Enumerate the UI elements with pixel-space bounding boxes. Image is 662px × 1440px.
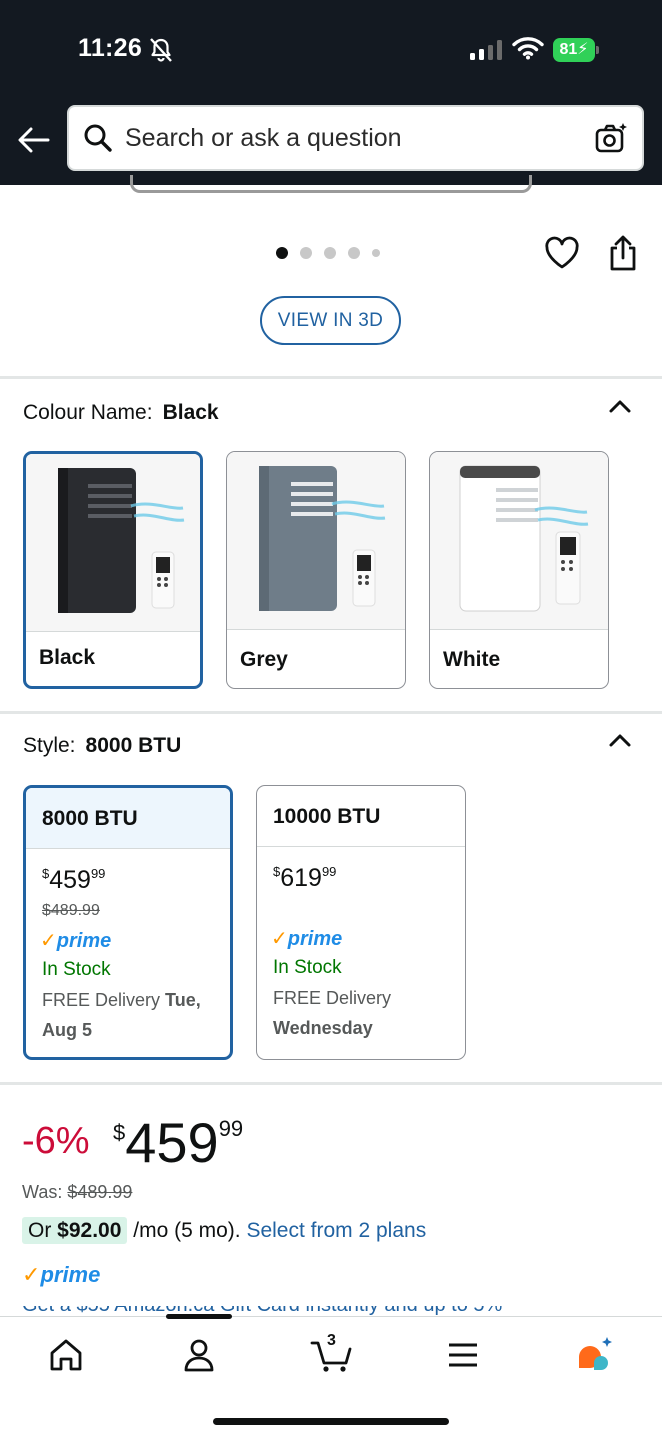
header: 11:26 81⚡ (0, 0, 662, 185)
search-icon (84, 124, 112, 152)
account-icon[interactable] (179, 1335, 219, 1375)
status-time: 11:26 (78, 34, 143, 62)
chevron-up-icon[interactable] (606, 396, 634, 416)
style-option-10000-btu[interactable]: 10000 BTU $61999 ✓prime In Stock FREE De… (256, 785, 466, 1060)
colour-option-label: Grey (240, 648, 288, 671)
chevron-up-icon[interactable] (606, 730, 634, 750)
menu-icon[interactable] (443, 1335, 483, 1375)
divider (0, 376, 662, 379)
carousel-dot[interactable] (300, 247, 312, 259)
style-option-label: 10000 BTU (257, 786, 465, 847)
home-indicator (213, 1418, 449, 1425)
prime-badge: ✓prime (40, 930, 112, 952)
carousel-dot[interactable] (372, 249, 380, 257)
colour-selected-value: Black (162, 401, 219, 424)
divider (0, 711, 662, 714)
prime-badge: ✓prime (271, 928, 343, 950)
colour-option-label: Black (39, 646, 96, 669)
view-in-3d-button[interactable]: VIEW IN 3D (260, 296, 401, 345)
carousel-dot[interactable] (324, 247, 336, 259)
was-price: Was: $489.99 (22, 1182, 133, 1202)
wifi-icon (512, 37, 544, 60)
carousel-dot[interactable] (276, 247, 288, 259)
gift-card-promo[interactable]: Get a $55 Amazon.ca Gift Card instantly … (22, 1306, 642, 1316)
delivery-info: FREE Delivery Wednesday (273, 988, 392, 1038)
product-image-edge[interactable] (130, 175, 532, 193)
cart-count-badge: 3 (327, 1332, 336, 1349)
delivery-info: FREE Delivery Tue, Aug 5 (42, 990, 201, 1040)
rufus-assistant-icon[interactable] (576, 1335, 616, 1375)
payment-plan: Or $92.00 /mo (5 mo). Select from 2 plan… (22, 1217, 426, 1244)
colour-option-black[interactable]: Black (23, 451, 203, 689)
colour-label: Colour Name: Black (23, 401, 219, 424)
battery-level: 81 (559, 41, 578, 58)
camera-search-icon[interactable] (594, 121, 628, 155)
style-option-price: $61999 (273, 864, 337, 892)
select-plans-link[interactable]: Select from 2 plans (246, 1219, 426, 1242)
style-option-label: 8000 BTU (26, 788, 230, 849)
search-bar[interactable] (67, 105, 644, 171)
current-price: $45999 (113, 1111, 244, 1174)
back-arrow-icon[interactable] (16, 122, 52, 158)
grey-ac-image (227, 452, 405, 630)
colour-option-white[interactable]: White (429, 451, 609, 689)
colour-option-grey[interactable]: Grey (226, 451, 406, 689)
home-icon[interactable] (46, 1335, 86, 1375)
nav-active-indicator (166, 1314, 232, 1319)
bell-muted-icon (150, 38, 172, 62)
prime-badge: ✓prime (22, 1262, 101, 1287)
style-label: Style: 8000 BTU (23, 734, 182, 757)
stock-status: In Stock (42, 959, 111, 980)
colour-option-label: White (443, 648, 501, 671)
signal-icon (470, 40, 502, 60)
share-icon[interactable] (606, 234, 640, 272)
search-input[interactable] (125, 107, 575, 169)
discount-percent: -6% (22, 1120, 90, 1162)
image-carousel-dots[interactable] (276, 247, 380, 259)
style-selected-value: 8000 BTU (85, 734, 182, 757)
carousel-dot[interactable] (348, 247, 360, 259)
battery-icon: 81⚡ (553, 38, 599, 62)
divider (0, 1082, 662, 1085)
black-ac-image (26, 454, 200, 632)
style-option-was-price: $489.99 (42, 902, 100, 919)
style-option-price: $45999 (42, 866, 106, 894)
heart-icon[interactable] (544, 236, 580, 270)
style-option-8000-btu[interactable]: 8000 BTU $45999 $489.99 ✓prime In Stock … (23, 785, 233, 1060)
white-ac-image (430, 452, 608, 630)
stock-status: In Stock (273, 957, 342, 978)
